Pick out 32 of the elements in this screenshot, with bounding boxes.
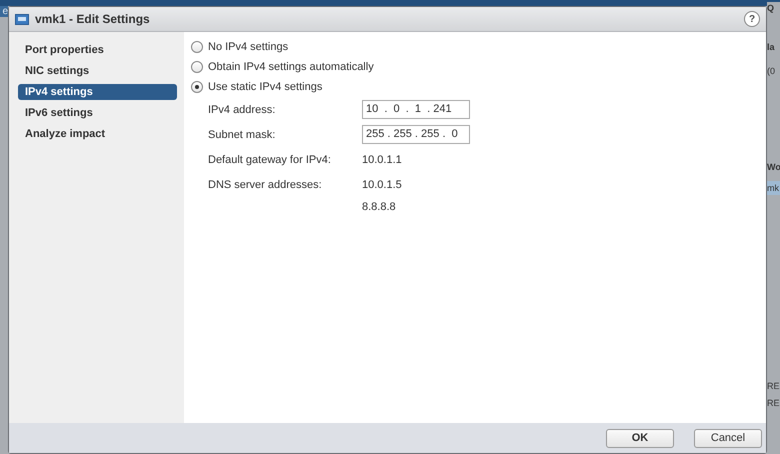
- option-label: Obtain IPv4 settings automatically: [208, 61, 374, 73]
- ip-address-field[interactable]: 255 . 255 . 255 . 0: [362, 125, 470, 144]
- sidebar-item[interactable]: Port properties: [18, 42, 177, 58]
- help-button[interactable]: ?: [744, 11, 760, 27]
- sidebar-item[interactable]: Analyze impact: [18, 126, 177, 142]
- field-label: IPv4 address:: [208, 103, 276, 118]
- background-text: e: [0, 6, 8, 17]
- sidebar-item[interactable]: IPv6 settings: [18, 105, 177, 121]
- field-label: Subnet mask:: [208, 128, 276, 143]
- network-card-icon: [15, 14, 29, 24]
- radio-button[interactable]: [191, 81, 203, 93]
- background-text: (0: [767, 66, 776, 76]
- radio-button[interactable]: [191, 41, 203, 53]
- ip-address-field[interactable]: 10 . 0 . 1 . 241: [362, 100, 470, 119]
- sidebar-item[interactable]: NIC settings: [18, 63, 177, 79]
- option-label: No IPv4 settings: [208, 41, 288, 53]
- field-label: DNS server addresses:: [208, 178, 323, 193]
- background-text: Q: [767, 2, 780, 14]
- background-text: RE: [767, 398, 780, 408]
- field-value: 8.8.8.8: [362, 200, 397, 215]
- sidebar-item[interactable]: IPv4 settings: [18, 84, 177, 100]
- ok-button[interactable]: OK: [606, 428, 674, 448]
- option-label: Use static IPv4 settings: [208, 81, 322, 93]
- cancel-button[interactable]: Cancel: [694, 428, 762, 448]
- background-text: mk: [767, 181, 780, 195]
- field-label: Default gateway for IPv4:: [208, 153, 332, 168]
- background-text: RE: [767, 381, 780, 391]
- field-value: 10.0.1.1: [362, 153, 403, 168]
- window-title: vmk1 - Edit Settings: [35, 12, 151, 26]
- field-value: 10.0.1.5: [362, 178, 403, 193]
- background-text: la: [767, 42, 776, 52]
- radio-button[interactable]: [191, 61, 203, 73]
